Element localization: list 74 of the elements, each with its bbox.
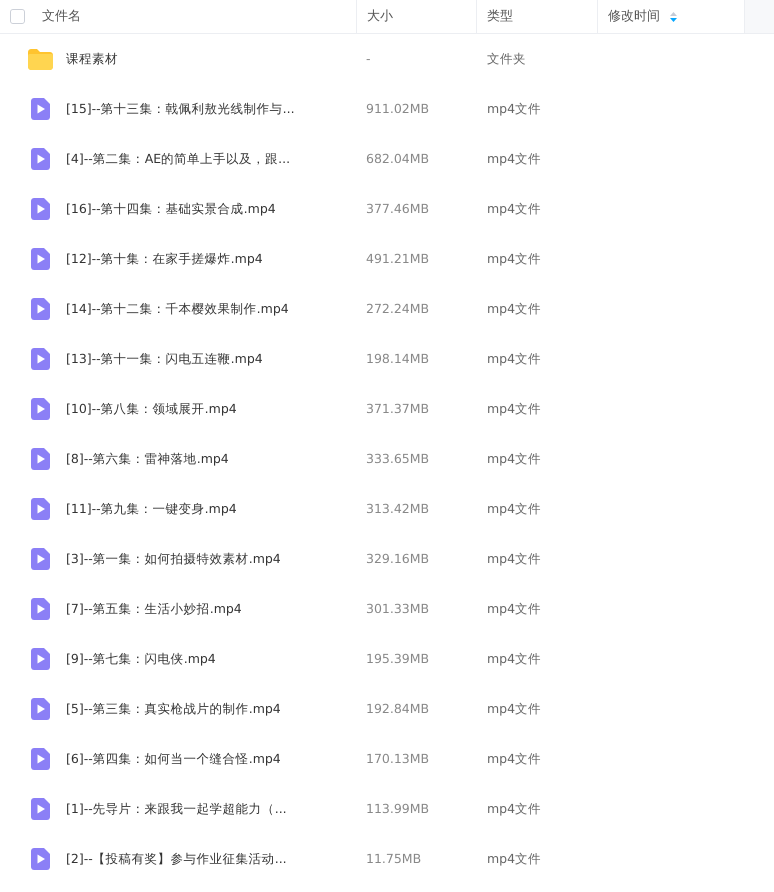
file-size: 198.14MB (366, 350, 430, 368)
video-file-icon (30, 848, 50, 870)
video-file-icon (30, 98, 50, 120)
video-file-icon (30, 448, 50, 470)
file-type: mp4文件 (487, 150, 542, 168)
video-file-icon (30, 498, 50, 520)
file-type: mp4文件 (487, 650, 542, 668)
file-type: mp4文件 (487, 450, 542, 468)
file-type: mp4文件 (487, 200, 542, 218)
video-file-icon (30, 248, 50, 270)
video-file-icon (30, 598, 50, 620)
file-type: mp4文件 (487, 600, 542, 618)
video-file-icon (30, 348, 50, 370)
video-file-icon (30, 548, 50, 570)
file-name[interactable]: [6]--第四集：如何当一个缝合怪.mp4 (66, 750, 366, 768)
file-size: 371.37MB (366, 400, 430, 418)
file-name[interactable]: [16]--第十四集：基础实景合成.mp4 (66, 200, 366, 218)
file-size: 491.21MB (366, 250, 430, 268)
file-size: 911.02MB (366, 100, 430, 118)
file-type: 文件夹 (487, 50, 527, 68)
file-type: mp4文件 (487, 250, 542, 268)
file-type: mp4文件 (487, 350, 542, 368)
file-size: 192.84MB (366, 700, 430, 718)
file-type: mp4文件 (487, 100, 542, 118)
video-file-icon (30, 698, 50, 720)
file-name[interactable]: [4]--第二集：AE的简单上手以及，跟... (66, 150, 366, 168)
file-size: 113.99MB (366, 800, 430, 818)
column-header[interactable]: 大小 (367, 6, 393, 26)
file-name[interactable]: [5]--第三集：真实枪战片的制作.mp4 (66, 700, 366, 718)
file-name[interactable]: [12]--第十集：在家手搓爆炸.mp4 (66, 250, 366, 268)
file-size: 301.33MB (366, 600, 430, 618)
folder-icon (28, 48, 52, 70)
file-size: 170.13MB (366, 750, 430, 768)
file-name[interactable]: [11]--第九集：一键变身.mp4 (66, 500, 366, 518)
column-header[interactable]: 文件名 (42, 6, 81, 26)
file-size: 329.16MB (366, 550, 430, 568)
video-file-icon (30, 398, 50, 420)
file-type: mp4文件 (487, 300, 542, 318)
file-name[interactable]: 课程素材 (66, 50, 366, 68)
video-file-icon (30, 798, 50, 820)
video-file-icon (30, 298, 50, 320)
video-file-icon (30, 148, 50, 170)
sort-icon[interactable] (670, 12, 677, 22)
file-size: 377.46MB (366, 200, 430, 218)
file-type: mp4文件 (487, 700, 542, 718)
file-name[interactable]: [2]--【投稿有奖】参与作业征集活动... (66, 850, 366, 868)
video-file-icon (30, 748, 50, 770)
file-type: mp4文件 (487, 400, 542, 418)
file-name[interactable]: [15]--第十三集：戟佩利敖光线制作与... (66, 100, 366, 118)
file-type: mp4文件 (487, 500, 542, 518)
file-name[interactable]: [1]--先导片：来跟我一起学超能力（... (66, 800, 366, 818)
file-name[interactable]: [14]--第十二集：千本樱效果制作.mp4 (66, 300, 366, 318)
column-header[interactable]: 类型 (487, 6, 513, 26)
file-size: 682.04MB (366, 150, 430, 168)
file-name[interactable]: [8]--第六集：雷神落地.mp4 (66, 450, 366, 468)
file-name[interactable]: [3]--第一集：如何拍摄特效素材.mp4 (66, 550, 366, 568)
file-name[interactable]: [9]--第七集：闪电侠.mp4 (66, 650, 366, 668)
file-size: 11.75MB (366, 850, 422, 868)
file-name[interactable]: [10]--第八集：领域展开.mp4 (66, 400, 366, 418)
column-header[interactable]: 修改时间 (608, 6, 660, 26)
file-size: 272.24MB (366, 300, 430, 318)
video-file-icon (30, 198, 50, 220)
file-type: mp4文件 (487, 750, 542, 768)
file-size: - (366, 50, 372, 68)
file-size: 313.42MB (366, 500, 430, 518)
file-name[interactable]: [7]--第五集：生活小妙招.mp4 (66, 600, 366, 618)
file-name[interactable]: [13]--第十一集：闪电五连鞭.mp4 (66, 350, 366, 368)
file-size: 195.39MB (366, 650, 430, 668)
file-type: mp4文件 (487, 850, 542, 868)
video-file-icon (30, 648, 50, 670)
select-all-checkbox[interactable] (10, 9, 24, 24)
file-size: 333.65MB (366, 450, 430, 468)
file-type: mp4文件 (487, 800, 542, 818)
file-type: mp4文件 (487, 550, 542, 568)
